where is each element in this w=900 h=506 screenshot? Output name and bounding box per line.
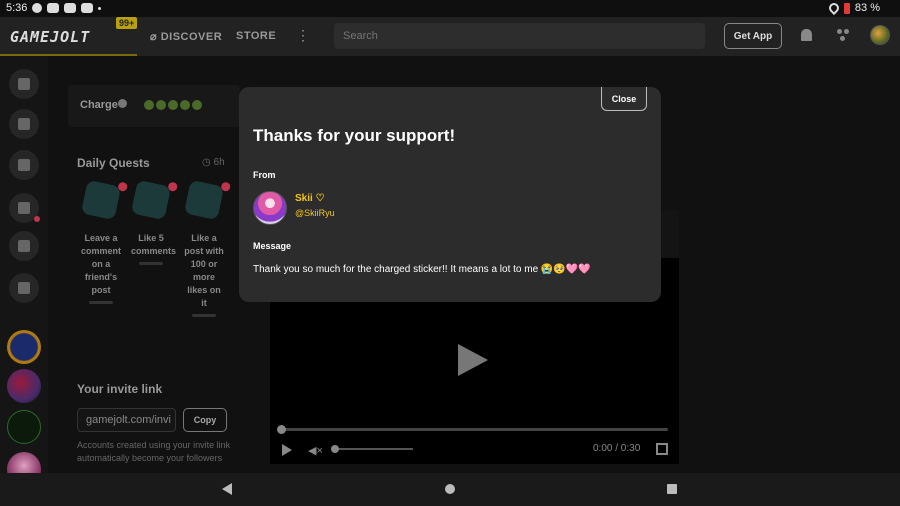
modal-title: Thanks for your support! [253, 126, 456, 145]
status-right: 83 % [826, 0, 880, 16]
from-label: From [253, 170, 276, 180]
sender-name[interactable]: Skii ♡ [295, 193, 325, 204]
system-nav-bar [0, 473, 900, 506]
quest-text: Like 5 comments [131, 233, 177, 256]
play-icon[interactable] [458, 344, 488, 376]
battery-level: 83 % [854, 2, 880, 14]
notifications-count-badge: 99+ [116, 17, 138, 29]
chat-bubble-icon [32, 3, 42, 13]
message-text: Thank you so much for the charged sticke… [253, 264, 591, 275]
quest-text: Leave a comment on a friend's post [81, 233, 122, 295]
quest-card[interactable]: Like 5 comments [130, 179, 177, 265]
quest-timer: ◷ 6h [202, 157, 225, 168]
charge-orb-icon [144, 100, 154, 110]
sender-handle[interactable]: @SkiiRyu [295, 208, 335, 218]
wifi-icon [826, 0, 841, 16]
ranks-icon[interactable] [9, 273, 39, 303]
search-input[interactable] [334, 23, 705, 49]
charge-orbs [144, 100, 202, 110]
nav-discover-link[interactable]: ⌀ DISCOVER [150, 30, 222, 43]
comment-quest-icon [80, 179, 122, 221]
screen: 5:36 83 % GAMEJOLT 99+ ⌀ DISCOVER STORE … [0, 0, 900, 506]
home-icon[interactable] [9, 69, 39, 99]
friends-icon[interactable] [837, 29, 849, 41]
store-icon[interactable] [9, 109, 39, 139]
quests-alert-dot [34, 216, 40, 222]
close-button[interactable]: Close [601, 87, 647, 111]
charge-orb-icon [192, 100, 202, 110]
quest-progress-bar [192, 314, 216, 317]
community-1[interactable] [7, 330, 41, 364]
quest-card[interactable]: Like a post with 100 or more likes on it [183, 179, 225, 317]
mute-icon[interactable]: ◀× [308, 444, 323, 457]
status-bar: 5:36 83 % [0, 0, 900, 17]
volume-slider[interactable] [334, 448, 413, 450]
charge-orb-icon [168, 100, 178, 110]
back-icon[interactable] [222, 483, 232, 495]
invite-description: Accounts created using your invite link … [77, 440, 231, 463]
user-avatar[interactable] [870, 25, 890, 45]
nav-store-link[interactable]: STORE [236, 30, 276, 42]
sender-avatar[interactable] [253, 191, 287, 225]
battery-icon [843, 2, 850, 14]
community-2[interactable] [7, 369, 41, 403]
home-button-icon[interactable] [445, 484, 455, 494]
quest-progress-bar [139, 262, 163, 265]
quest-time-left: 6h [213, 157, 225, 168]
status-time: 5:36 [6, 2, 28, 14]
clock-icon: ◷ [202, 157, 211, 168]
quest-progress-bar [89, 301, 113, 304]
support-modal: Close Thanks for your support! From Skii… [239, 87, 661, 302]
bell-icon[interactable] [801, 29, 812, 41]
top-nav: GAMEJOLT 99+ ⌀ DISCOVER STORE ⋮ Get App [0, 17, 900, 56]
seek-handle[interactable] [277, 425, 286, 434]
charge-orb-icon [180, 100, 190, 110]
chat-icon[interactable] [9, 231, 39, 261]
more-menu-icon[interactable]: ⋮ [296, 27, 310, 44]
daily-quests-title: Daily Quests [77, 156, 150, 170]
seek-bar[interactable] [280, 428, 668, 431]
invite-link-field[interactable] [77, 408, 176, 432]
charge-label: Charge [80, 99, 118, 111]
youtube-icon [64, 3, 76, 13]
youtube-icon [81, 3, 93, 13]
discover-label: DISCOVER [160, 31, 223, 43]
backpack-icon[interactable] [9, 150, 39, 180]
youtube-icon [47, 3, 59, 13]
left-rail [0, 56, 48, 486]
side-card-dimmed [661, 210, 679, 258]
message-label: Message [253, 241, 292, 251]
get-app-button[interactable]: Get App [724, 23, 782, 49]
status-notification-icons [32, 3, 101, 13]
more-notifications-icon [98, 7, 101, 10]
play-button-icon[interactable] [282, 444, 292, 456]
quest-text: Like a post with 100 or more likes on it [184, 233, 224, 308]
heart-quest-icon [183, 179, 225, 221]
volume-handle[interactable] [331, 445, 339, 453]
fullscreen-icon[interactable] [656, 443, 668, 455]
quest-card[interactable]: Leave a comment on a friend's post [80, 179, 122, 304]
video-time: 0:00 / 0:30 [593, 443, 641, 454]
recents-icon[interactable] [667, 484, 677, 494]
like-comment-quest-icon [130, 179, 172, 221]
charge-orb-icon [156, 100, 166, 110]
invite-title: Your invite link [77, 382, 163, 396]
copy-button[interactable]: Copy [183, 408, 227, 432]
help-icon[interactable] [118, 99, 127, 108]
community-3[interactable] [7, 410, 41, 444]
gamejolt-logo[interactable]: GAMEJOLT [10, 28, 90, 46]
